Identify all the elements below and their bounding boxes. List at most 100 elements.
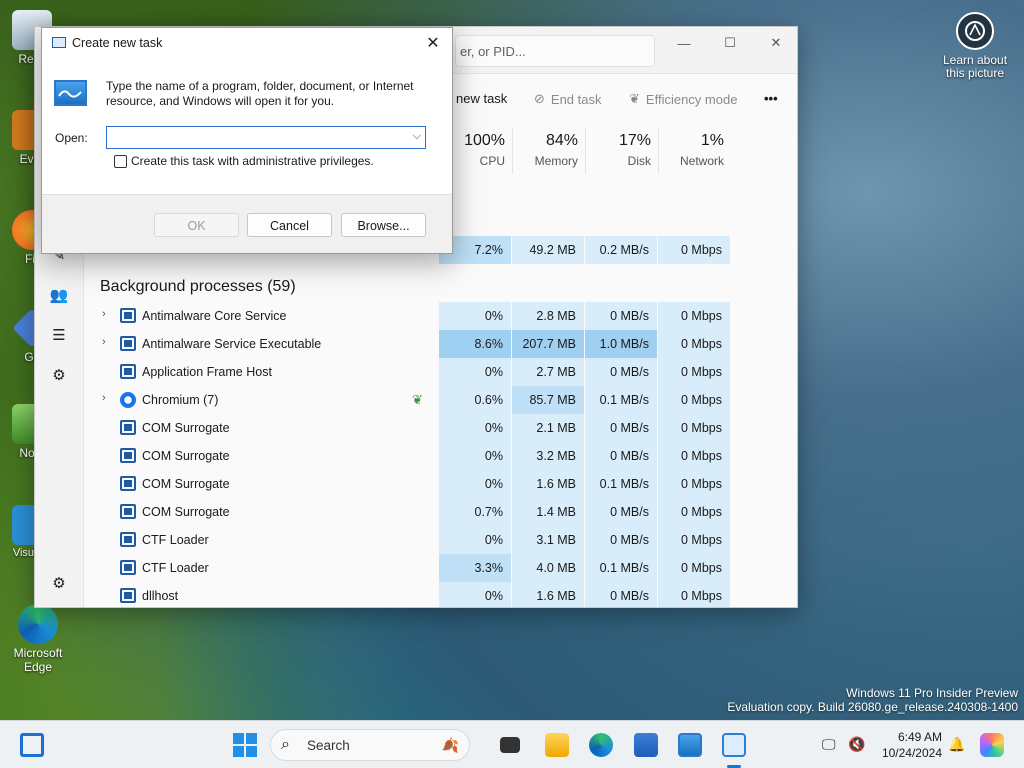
clock-date: 10/24/2024 — [881, 746, 942, 760]
memory-label: Memory — [534, 154, 578, 168]
network-cell: 0 Mbps — [658, 554, 730, 582]
column-network[interactable]: 1% Network — [658, 128, 730, 174]
details-list-icon[interactable]: ☰ — [49, 325, 69, 345]
search-highlight-icon: 🍂 — [441, 737, 459, 753]
settings-gear-icon[interactable]: ⚙ — [49, 573, 69, 593]
table-row[interactable]: COM Surrogate 0.7% 1.4 MB 0 MB/s 0 Mbps — [84, 498, 784, 526]
table-row[interactable]: CTF Loader 3.3% 4.0 MB 0.1 MB/s 0 Mbps — [84, 554, 784, 582]
open-combobox[interactable]: ⌵ — [106, 126, 426, 149]
maximize-button[interactable]: ☐ — [707, 27, 753, 59]
process-window-icon — [120, 448, 136, 463]
copilot-icon[interactable] — [980, 733, 1004, 757]
dialog-close-button[interactable]: ✕ — [418, 31, 448, 55]
efficiency-leaf-icon: ❦ — [412, 392, 423, 407]
memory-cell: 4.0 MB — [512, 554, 584, 582]
table-row[interactable]: COM Surrogate 0% 1.6 MB 0.1 MB/s 0 Mbps — [84, 470, 784, 498]
network-cell: 0 Mbps — [658, 358, 730, 386]
network-cell: 0 Mbps — [658, 470, 730, 498]
learn-about-picture[interactable]: Learn about this picture — [940, 12, 1010, 80]
cpu-cell: 0% — [439, 302, 511, 330]
table-row[interactable]: Application Frame Host 0% 2.7 MB 0 MB/s 0 Mb… — [84, 358, 784, 386]
cpu-cell: 8.6% — [439, 330, 511, 358]
efficiency-mode-button[interactable]: ❦ Efficiency mode — [629, 91, 737, 107]
network-cell: 0 Mbps — [658, 386, 730, 414]
end-task-label: End task — [550, 91, 602, 107]
memory-cell: 49.2 MB — [512, 236, 584, 264]
taskbar-search[interactable]: ⌕ Search 🍂 — [270, 729, 470, 761]
disk-cell: 0.2 MB/s — [585, 236, 657, 264]
task-manager-search[interactable]: er, or PID... — [455, 35, 655, 67]
memory-cell: 1.4 MB — [512, 498, 584, 526]
table-row[interactable]: › Antimalware Core Service 0% 2.8 MB 0 MB/s 0… — [84, 302, 784, 330]
column-memory[interactable]: 84% Memory — [512, 128, 584, 174]
chevron-down-icon[interactable]: ⌵ — [413, 130, 421, 143]
network-cell: 0 Mbps — [658, 442, 730, 470]
task-manager-taskbar-icon[interactable] — [722, 733, 746, 757]
watermark-line2: Evaluation copy. Build 26080.ge_release.… — [727, 700, 1018, 714]
process-name: Application Frame Host — [142, 365, 272, 379]
browse-button[interactable]: Browse... — [341, 213, 426, 237]
network-cell: 0 Mbps — [658, 526, 730, 554]
open-input[interactable] — [107, 127, 403, 147]
task-view-icon[interactable] — [500, 737, 520, 753]
process-window-icon — [120, 336, 136, 351]
chevron-right-icon[interactable]: › — [102, 308, 106, 320]
watermark-line1: Windows 11 Pro Insider Preview — [846, 686, 1018, 700]
close-button[interactable]: ✕ — [753, 27, 797, 59]
memory-total: 84% — [545, 132, 578, 149]
run-new-task-button[interactable]: new task — [456, 91, 507, 106]
column-disk[interactable]: 17% Disk — [585, 128, 657, 174]
desktop-icon-label: Microsoft Edge — [13, 646, 63, 674]
dialog-footer: OK Cancel Browse... — [42, 194, 452, 253]
camera-icon — [956, 12, 994, 50]
cancel-button[interactable]: Cancel — [247, 213, 332, 237]
ok-button[interactable]: OK — [154, 213, 239, 237]
dialog-body: Type the name of a program, folder, docu… — [42, 58, 452, 194]
disk-label: Disk — [627, 154, 651, 168]
run-dialog-taskbar-icon[interactable] — [678, 733, 702, 757]
services-icon[interactable]: ⚙ — [49, 365, 69, 385]
process-window-icon — [120, 420, 136, 435]
checkbox-box[interactable] — [114, 154, 127, 168]
network-total: 1% — [700, 132, 724, 149]
chevron-right-icon[interactable]: › — [102, 336, 106, 348]
microsoft-store-icon[interactable] — [634, 733, 658, 757]
table-row[interactable]: › Chromium (7) ❦ 0.6% 85.7 MB 0.1 MB/s 0 Mbps — [84, 386, 784, 414]
table-row[interactable]: › Antimalware Service Executable 8.6% 207.7… — [84, 330, 784, 358]
process-name: dllhost — [142, 589, 179, 603]
cpu-cell: 0% — [439, 582, 511, 607]
process-window-icon — [120, 532, 136, 547]
open-label: Open: — [55, 131, 88, 145]
cpu-cell: 0% — [439, 442, 511, 470]
run-new-task-label: new task — [456, 91, 508, 106]
file-explorer-icon[interactable] — [545, 733, 569, 757]
efficiency-mode-label: Efficiency mode — [645, 91, 738, 107]
more-options-button[interactable]: ••• — [764, 91, 778, 106]
notification-icon[interactable]: 🔔 — [948, 736, 965, 753]
chevron-right-icon[interactable]: › — [102, 392, 106, 404]
admin-privileges-checkbox[interactable]: Create this task with administrative pri… — [114, 154, 374, 168]
users-icon[interactable]: 👥 — [49, 285, 69, 305]
edge-taskbar-icon[interactable] — [589, 733, 613, 757]
disk-cell: 1.0 MB/s — [585, 330, 657, 358]
admin-checkbox-label: Create this task with administrative pri… — [131, 154, 374, 168]
table-row[interactable]: CTF Loader 0% 3.1 MB 0 MB/s 0 Mbps — [84, 526, 784, 554]
network-icon[interactable]: 🖵 — [822, 736, 836, 753]
end-task-button[interactable]: ⊘ End task — [534, 91, 602, 107]
table-row[interactable]: COM Surrogate 0% 2.1 MB 0 MB/s 0 Mbps — [84, 414, 784, 442]
run-window-icon — [52, 37, 66, 48]
disk-cell: 0 MB/s — [585, 582, 657, 607]
desktop-icon-microsoft-edge[interactable]: Microsoft Edge — [8, 604, 68, 674]
widgets-icon[interactable] — [20, 733, 44, 757]
network-cell: 0 Mbps — [658, 582, 730, 607]
table-row[interactable]: dllhost 0% 1.6 MB 0 MB/s 0 Mbps — [84, 582, 784, 607]
process-name: Chromium (7) — [142, 393, 219, 407]
minimize-button[interactable]: — — [661, 27, 707, 59]
run-icon — [54, 80, 87, 106]
start-windows-icon[interactable] — [233, 733, 257, 757]
cpu-cell: 3.3% — [439, 554, 511, 582]
volume-muted-icon[interactable]: 🔇 — [848, 736, 865, 753]
process-name: Antimalware Service Executable — [142, 337, 322, 351]
table-row[interactable]: COM Surrogate 0% 3.2 MB 0 MB/s 0 Mbps — [84, 442, 784, 470]
clock[interactable]: 6:49 AM 10/24/2024 — [882, 729, 942, 761]
